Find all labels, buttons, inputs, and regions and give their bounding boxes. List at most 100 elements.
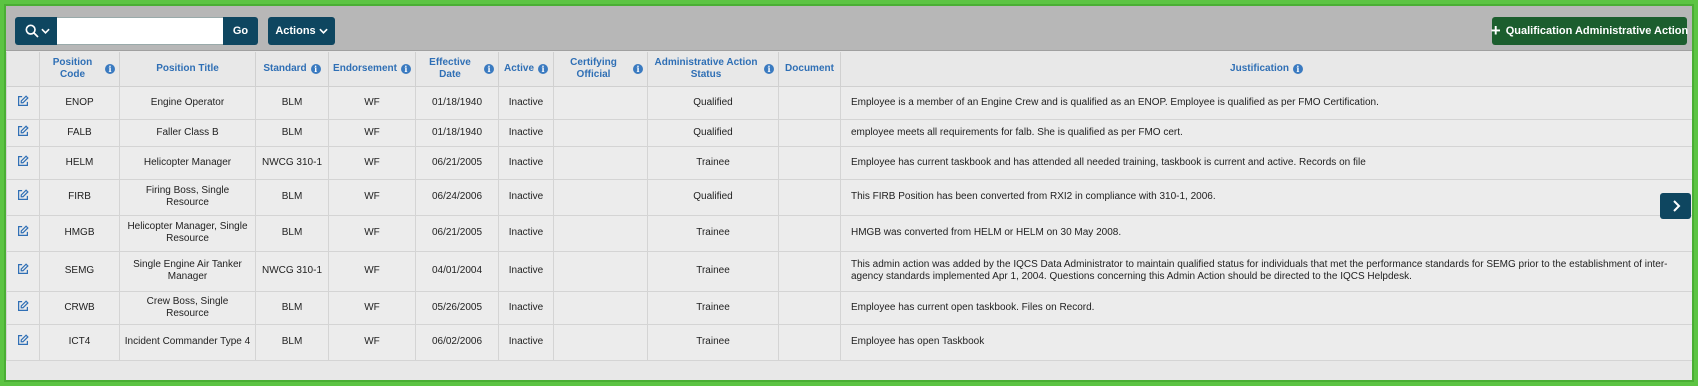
qualification-administrative-action-button[interactable]: + Qualification Administrative Action [1490,17,1689,45]
cell-justification: This admin action was added by the IQCS … [840,250,1692,292]
cell-active: Inactive [498,214,554,252]
table-row: FALB Faller Class B BLM WF 01/18/1940 Inactiv… [6,118,1692,147]
cell-active: Inactive [498,85,554,120]
table-row: HMGB Helicopter Manager, Single Resource B… [6,214,1692,252]
cell-date: 06/21/2005 [415,145,499,180]
edit-icon[interactable] [16,124,30,138]
cell-title: Firing Boss, Single Resource [119,178,256,216]
cell-active: Inactive [498,178,554,216]
cell-title: Helicopter Manager [119,145,256,180]
cell-justification: employee meets all requirements for falb… [840,118,1692,147]
column-header-certifying-official[interactable]: Certifying Official i [553,52,648,87]
edit-icon[interactable] [16,94,30,108]
chevron-down-icon [318,28,328,34]
column-header-standard[interactable]: Standard i [255,52,329,87]
column-header-position-code[interactable]: Position Code i [39,52,120,87]
cell-active: Inactive [498,323,554,361]
cell-endorsement: WF [328,214,416,252]
column-label: Standard [263,62,307,74]
cell-document [778,145,841,180]
cell-code: HELM [39,145,120,180]
table-row: ICT4 Incident Commander Type 4 BLM WF 06/02/… [6,323,1692,361]
cell-official [553,323,648,361]
cell-date: 06/24/2006 [415,178,499,216]
cell-official [553,290,648,325]
edit-icon[interactable] [16,154,30,168]
cell-status: Trainee [647,290,779,325]
edit-cell [6,250,40,292]
cell-standard: BLM [255,118,329,147]
go-button[interactable]: Go [223,17,258,45]
next-page-button[interactable] [1660,193,1691,219]
column-label: Active [503,62,534,74]
cell-active: Inactive [498,145,554,180]
cell-standard: BLM [255,323,329,361]
cell-title: Helicopter Manager, Single Resource [119,214,256,252]
cell-active: Inactive [498,250,554,292]
table-row: CRWB Crew Boss, Single Resource BLM WF 05/26… [6,290,1692,325]
cell-justification: Employee has open Taskbook [840,323,1692,361]
edit-cell [6,214,40,252]
column-label: Position Code [52,56,93,80]
table-row: HELM Helicopter Manager NWCG 310-1 WF 06/21/… [6,145,1692,180]
qualification-action-label: Qualification Administrative Action [1505,25,1689,37]
cell-title: Faller Class B [119,118,256,147]
cell-endorsement: WF [328,323,416,361]
cell-status: Qualified [647,178,779,216]
cell-status: Trainee [647,250,779,292]
column-header-active[interactable]: Active i [498,52,554,87]
edit-icon[interactable] [16,188,30,202]
cell-status: Qualified [647,85,779,120]
cell-status: Qualified [647,118,779,147]
column-label: Administrative Action Status [654,56,758,80]
actions-menu-button[interactable]: Actions [268,17,335,45]
column-header-document[interactable]: Document [778,52,841,87]
search-input[interactable] [57,17,223,45]
edit-icon[interactable] [16,224,30,238]
cell-document [778,323,841,361]
chevron-down-icon [40,28,50,34]
column-header-effective-date[interactable]: Effective Date i [415,52,499,87]
info-icon[interactable]: i [538,63,548,74]
cell-endorsement: WF [328,145,416,180]
info-icon[interactable]: i [1292,63,1303,74]
cell-justification: This FIRB Position has been converted fr… [840,178,1692,216]
cell-date: 01/18/1940 [415,118,499,147]
column-label: Document [785,62,834,74]
column-header-endorsement[interactable]: Endorsement i [328,52,416,87]
cell-document [778,178,841,216]
edit-icon[interactable] [16,299,30,313]
column-header-edit [6,52,40,87]
table-row: FIRB Firing Boss, Single Resource BLM WF 06/… [6,178,1692,216]
cell-date: 04/01/2004 [415,250,499,292]
cell-standard: NWCG 310-1 [255,250,329,292]
plus-icon: + [1490,20,1501,40]
search-column-selector[interactable] [15,17,57,45]
edit-icon[interactable] [16,333,30,347]
info-icon[interactable]: i [633,63,643,74]
info-icon[interactable]: i [105,63,115,74]
cell-official [553,85,648,120]
qualifications-table: Position Code i Position Title Standard i … [6,52,1692,361]
cell-date: 06/02/2006 [415,323,499,361]
cell-official [553,118,648,147]
info-icon[interactable]: i [310,63,321,74]
info-icon[interactable]: i [400,63,411,74]
column-header-justification[interactable]: Justification i [840,52,1692,87]
cell-official [553,178,648,216]
info-icon[interactable]: i [764,63,774,74]
cell-standard: BLM [255,85,329,120]
actions-label: Actions [275,25,316,37]
cell-justification: HMGB was converted from HELM or HELM on … [840,214,1692,252]
search-icon [25,24,39,38]
cell-code: CRWB [39,290,120,325]
cell-code: ENOP [39,85,120,120]
info-icon[interactable]: i [484,63,494,74]
cell-code: FIRB [39,178,120,216]
cell-standard: BLM [255,290,329,325]
column-header-admin-action-status[interactable]: Administrative Action Status i [647,52,779,87]
cell-status: Trainee [647,214,779,252]
edit-icon[interactable] [16,262,30,276]
cell-endorsement: WF [328,178,416,216]
column-header-position-title[interactable]: Position Title [119,52,256,87]
